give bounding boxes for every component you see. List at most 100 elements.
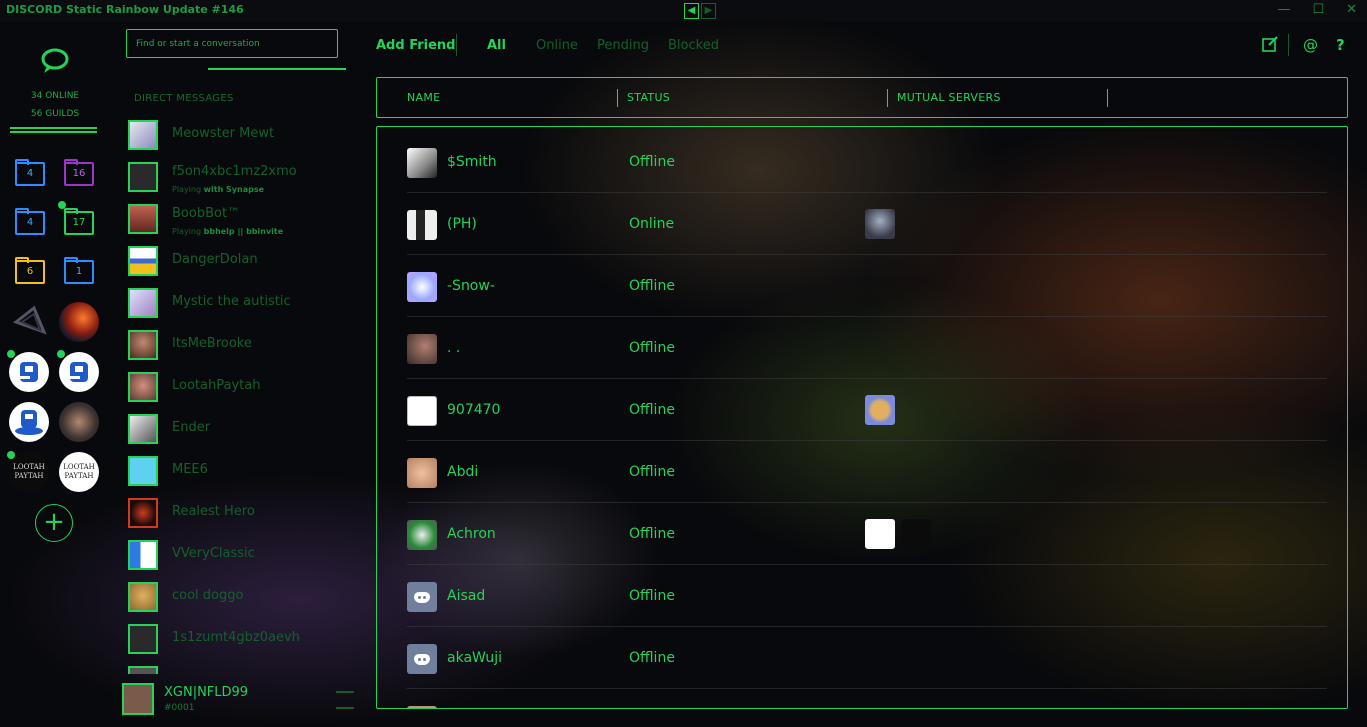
dm-item[interactable]: LootahPaytah (128, 372, 348, 406)
mutual-server-lootah-icon[interactable] (901, 519, 931, 549)
dm-item[interactable]: Mystic the autistic (128, 288, 348, 322)
guild-planet-icon[interactable] (59, 302, 99, 342)
avatar (407, 334, 437, 364)
tab-online[interactable]: Online (536, 38, 578, 53)
guild-lootah-logo-icon[interactable]: LOOTAH PAYTAH (59, 452, 99, 492)
home-chat-icon[interactable] (40, 47, 70, 79)
avatar (407, 148, 437, 178)
dm-name: cool doggo (172, 588, 244, 603)
table-row[interactable]: akaWuji Offline (407, 626, 1327, 689)
dm-item[interactable]: Ender (128, 414, 348, 448)
guild-triangle-icon[interactable] (10, 302, 50, 342)
avatar (128, 330, 158, 360)
dm-item[interactable]: VVeryClassic (128, 540, 348, 574)
table-row[interactable]: . . Offline (407, 316, 1327, 379)
dm-sidebar: Find or start a conversation DIRECT MESS… (118, 21, 354, 727)
dm-item[interactable]: DangerDolan (128, 246, 348, 280)
table-row[interactable]: Abdi Offline (407, 440, 1327, 503)
tab-all[interactable]: All (487, 38, 506, 53)
dm-item[interactable]: cool doggo (128, 582, 348, 616)
guild-folder[interactable]: 4 (15, 159, 45, 186)
dm-name: Mystic the autistic (172, 294, 291, 309)
table-row[interactable]: $Smith Offline (407, 130, 1327, 193)
dm-item[interactable]: Realest Hero (128, 498, 348, 532)
maximize-icon[interactable]: ☐ (1312, 2, 1324, 17)
guild-lootah-logo-icon[interactable]: LOOTAH PAYTAH (9, 452, 49, 492)
dm-name: 1s1zumt4gbz0aevh (172, 630, 300, 645)
window-title: DISCORD Static Rainbow Update #146 (6, 3, 244, 16)
avatar (407, 706, 437, 708)
user-settings-icon[interactable] (336, 691, 354, 709)
friend-name: Achron (447, 526, 496, 542)
dm-heading: DIRECT MESSAGES (134, 93, 234, 104)
column-divider (1107, 89, 1108, 107)
forward-arrow-icon[interactable]: ▶ (701, 3, 716, 19)
guild-avatar-icon[interactable] (59, 402, 99, 442)
guild-divider (10, 127, 97, 133)
guild-9-logo-icon[interactable] (9, 352, 49, 392)
user-avatar[interactable] (122, 683, 154, 715)
online-guild-counts: 34 ONLINE 56 GUILDS (0, 87, 110, 123)
guild-folder[interactable]: 1 (64, 257, 94, 284)
back-arrow-icon[interactable]: ◀ (684, 3, 699, 19)
guild-folder[interactable]: 4 (15, 208, 45, 235)
column-mutual-servers[interactable]: MUTUAL SERVERS (897, 91, 1001, 104)
column-name[interactable]: NAME (407, 91, 440, 104)
activity-prefix: Playing (172, 185, 204, 194)
friend-name: (PH) (447, 216, 477, 232)
dm-item[interactable]: f5on4xbc1mz2xmo Playing with Synapse (128, 162, 348, 196)
add-friend-button[interactable]: Add Friend (376, 38, 456, 53)
avatar (128, 540, 158, 570)
help-icon[interactable]: ? (1336, 36, 1345, 54)
discord-default-avatar-icon (407, 582, 437, 612)
avatar (128, 624, 158, 654)
dm-item[interactable]: 1s1zumt4gbz0aevh (128, 624, 348, 658)
search-input[interactable]: Find or start a conversation (126, 29, 338, 58)
avatar (128, 666, 158, 674)
avatar (128, 288, 158, 318)
avatar (128, 582, 158, 612)
avatar (128, 246, 158, 276)
avatar (128, 372, 158, 402)
tab-pending[interactable]: Pending (597, 38, 649, 53)
minimize-icon[interactable]: — (1277, 2, 1290, 17)
new-dm-icon[interactable] (1262, 36, 1278, 56)
online-count: 34 ONLINE (30, 91, 80, 101)
activity-game: bbhelp || bbinvite (203, 227, 284, 236)
tab-blocked[interactable]: Blocked (668, 38, 719, 53)
avatar (128, 498, 158, 528)
friends-table-header: NAME STATUS MUTUAL SERVERS (376, 77, 1348, 118)
table-row[interactable]: -Snow- Offline (407, 254, 1327, 317)
mentions-icon[interactable]: @ (1303, 36, 1318, 54)
dm-item-partial (128, 666, 348, 674)
friend-name: . . (447, 340, 461, 356)
add-guild-plus-icon[interactable]: + (35, 504, 73, 542)
column-divider (887, 89, 888, 107)
friend-name: 907470 (447, 402, 501, 418)
dm-item[interactable]: ItsMeBrooke (128, 330, 348, 364)
guild-folder[interactable]: 16 (64, 159, 94, 186)
table-row-partial (407, 688, 1327, 708)
close-icon[interactable]: ✕ (1346, 2, 1357, 17)
friends-list: $Smith Offline (PH) Online -Snow- Offlin… (376, 126, 1348, 709)
table-row[interactable]: Achron Offline (407, 502, 1327, 565)
guild-folder[interactable]: 17 (64, 208, 94, 235)
table-row[interactable]: Aisad Offline (407, 564, 1327, 627)
dm-item[interactable]: Meowster Mewt (128, 120, 348, 154)
table-row[interactable]: (PH) Online (407, 192, 1327, 255)
dm-name: Ender (172, 420, 211, 435)
dm-item[interactable]: MEE6 (128, 456, 348, 490)
avatar (407, 272, 437, 302)
dm-item[interactable]: BoobBot™ Playing bbhelp || bbinvite (128, 204, 348, 238)
guild-9-logo-icon[interactable] (9, 402, 49, 442)
mutual-server-lootah-icon[interactable] (865, 519, 895, 549)
current-user-panel: XGN|NFLD99 #0001 (122, 683, 354, 719)
friend-status: Offline (629, 340, 675, 356)
guild-folder[interactable]: 6 (15, 257, 45, 284)
friend-name: -Snow- (447, 278, 495, 294)
table-row[interactable]: 907470 Offline (407, 378, 1327, 441)
column-status[interactable]: STATUS (627, 91, 670, 104)
mutual-server-icon[interactable] (865, 209, 895, 239)
mutual-server-icon[interactable] (865, 395, 895, 425)
guild-9-logo-icon[interactable] (59, 352, 99, 392)
